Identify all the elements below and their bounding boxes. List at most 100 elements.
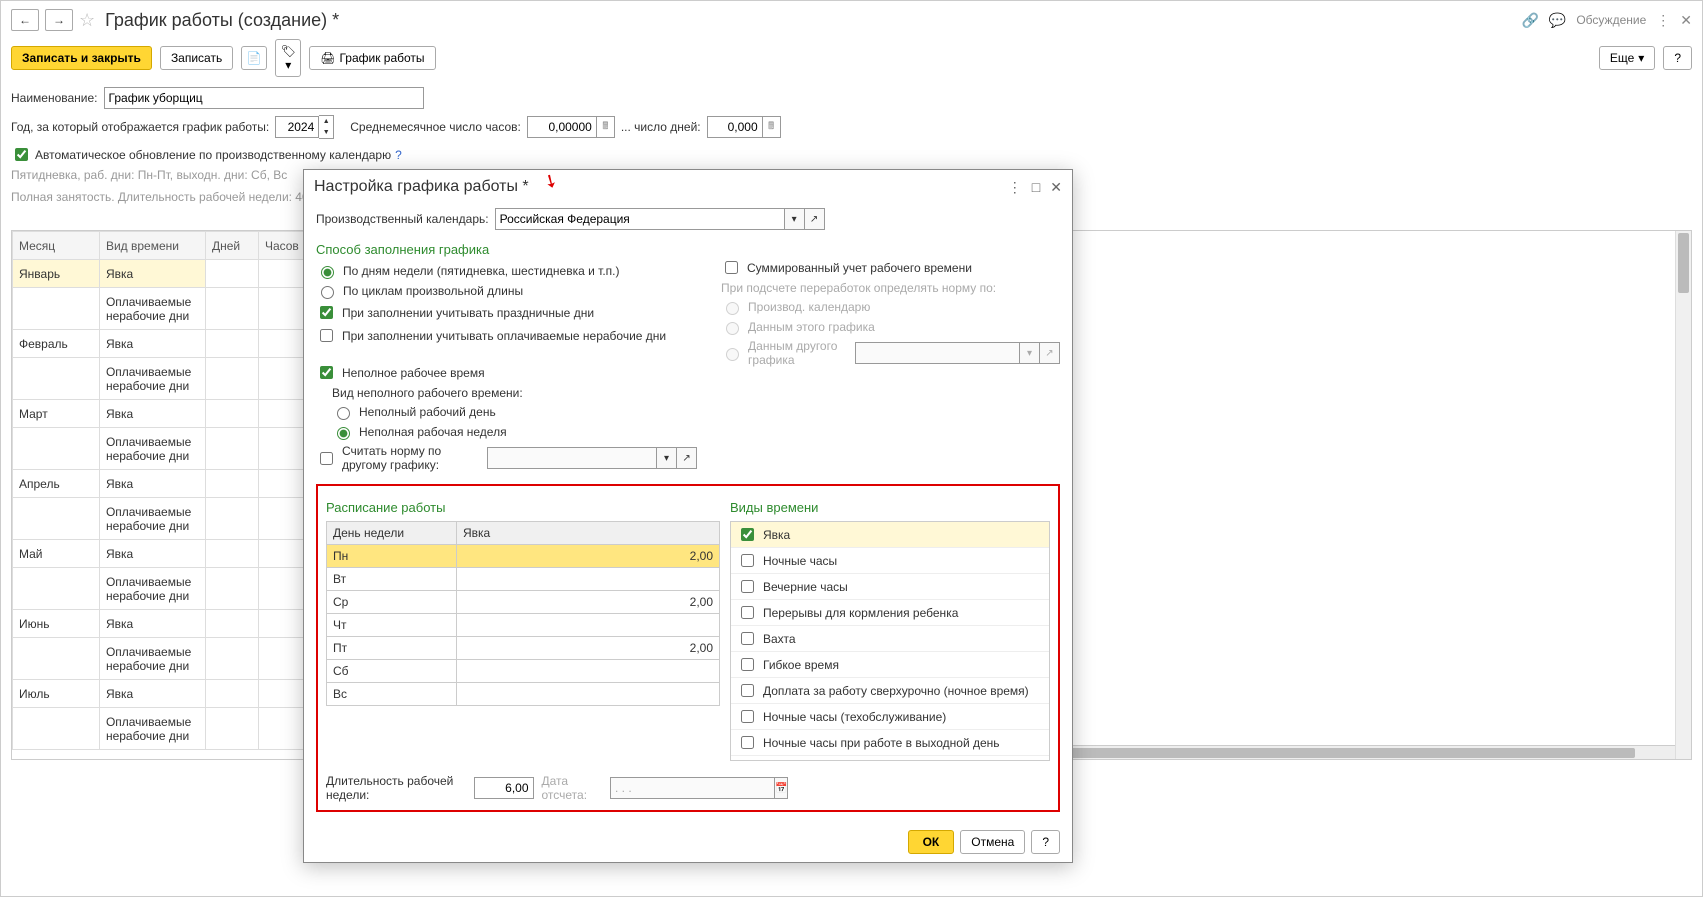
vertical-scrollbar[interactable] [1675, 231, 1691, 759]
time-type-checkbox[interactable] [741, 632, 754, 645]
weekday-cell[interactable]: Вт [327, 568, 457, 591]
save-and-close-button[interactable]: Записать и закрыть [11, 46, 152, 70]
check-holidays[interactable] [320, 306, 333, 319]
weekday-value-cell[interactable] [457, 614, 720, 637]
modal-kebab-icon[interactable]: ⋮ [1008, 179, 1022, 196]
time-type-checkbox[interactable] [741, 710, 754, 723]
year-down-button[interactable]: ▼ [319, 127, 333, 138]
check-other-norm[interactable] [320, 452, 333, 465]
radio-part-day[interactable] [337, 407, 350, 420]
more-button[interactable]: Еще ▾ [1599, 46, 1655, 70]
weekday-cell[interactable]: Вс [327, 683, 457, 706]
discussion-icon[interactable]: 💬 [1549, 12, 1566, 29]
weekday-cell[interactable]: Пт [327, 637, 457, 660]
avg-hours-input[interactable] [527, 116, 597, 138]
time-types-list[interactable]: Явка Ночные часы Вечерние часы Перерывы … [730, 521, 1050, 761]
check-sum-time[interactable] [725, 261, 738, 274]
week-schedule-table[interactable]: День недели Явка Пн 2,00Вт Ср 2,00Чт Пт … [326, 521, 720, 706]
calendar-open-button[interactable]: ↗ [805, 208, 825, 230]
time-type-checkbox[interactable] [741, 580, 754, 593]
time-type-row[interactable]: Доплата за работу сверхурочно (ночное вр… [731, 678, 1049, 704]
schedule-heading: Расписание работы [326, 500, 720, 515]
check-paid-nonwork[interactable] [320, 329, 333, 342]
weekday-value-cell[interactable]: 2,00 [457, 545, 720, 568]
modal-close-icon[interactable]: ✕ [1050, 179, 1062, 196]
print-schedule-button[interactable]: 🖨 График работы [309, 46, 435, 70]
name-input[interactable] [104, 87, 424, 109]
auto-update-help-icon[interactable]: ? [395, 148, 402, 162]
year-input[interactable] [275, 116, 319, 138]
time-type-row[interactable]: Перерывы для кормления ребенка [731, 600, 1049, 626]
calendar-select[interactable] [495, 208, 785, 230]
weekday-cell[interactable]: Ср [327, 591, 457, 614]
ok-button[interactable]: ОК [908, 830, 955, 854]
month-cell [13, 498, 100, 540]
time-type-label: Ночные часы [763, 554, 837, 568]
weekday-value-cell[interactable]: 2,00 [457, 637, 720, 660]
time-type-row[interactable]: Ночные часы [731, 548, 1049, 574]
time-type-row[interactable]: Ночные часы при работе сверхурочно [731, 756, 1049, 761]
attach-button[interactable]: 📄 [241, 46, 267, 70]
print-label: График работы [339, 51, 424, 65]
modal-help-button[interactable]: ? [1031, 830, 1060, 854]
month-cell [13, 288, 100, 330]
weekday-value-cell[interactable] [457, 568, 720, 591]
radio-prod-cal [726, 302, 739, 315]
time-type-row[interactable]: Вечерние часы [731, 574, 1049, 600]
time-type-label: Вечерние часы [763, 580, 848, 594]
weekday-value-cell[interactable] [457, 683, 720, 706]
radio-part-week[interactable] [337, 427, 350, 440]
kebab-menu-icon[interactable]: ⋮ [1656, 12, 1670, 29]
tag-dropdown-button[interactable]: 🏷 ▾ [275, 39, 301, 77]
other-norm-open-button[interactable]: ↗ [677, 447, 697, 469]
calendar-dropdown-button[interactable]: ▾ [785, 208, 805, 230]
time-type-checkbox[interactable] [741, 658, 754, 671]
time-type-checkbox[interactable] [741, 684, 754, 697]
auto-update-checkbox[interactable] [15, 148, 28, 161]
radio-by-weekdays[interactable] [321, 266, 334, 279]
days-cell [205, 638, 258, 680]
help-button[interactable]: ? [1663, 46, 1692, 70]
radio-other-schedule [726, 348, 739, 361]
other-schedule-dropdown-button: ▾ [1020, 342, 1040, 364]
month-cell: Июль [13, 680, 100, 708]
time-type-checkbox[interactable] [741, 606, 754, 619]
weekday-value-cell[interactable] [457, 660, 720, 683]
col-weekday: День недели [327, 522, 457, 545]
more-label: Еще [1610, 51, 1634, 65]
week-length-input[interactable] [474, 777, 534, 799]
close-icon[interactable]: ✕ [1680, 12, 1692, 29]
link-icon[interactable]: 🔗 [1521, 12, 1538, 29]
weekday-cell[interactable]: Чт [327, 614, 457, 637]
days-cell [205, 470, 258, 498]
check-parttime[interactable] [320, 366, 333, 379]
time-type-checkbox[interactable] [741, 736, 754, 749]
favorite-star-icon[interactable]: ☆ [79, 10, 95, 31]
save-button[interactable]: Записать [160, 46, 233, 70]
type-cell: Явка [99, 470, 205, 498]
time-type-row[interactable]: Явка [731, 522, 1049, 548]
other-norm-dropdown-button[interactable]: ▾ [657, 447, 677, 469]
time-type-label: Гибкое время [763, 658, 839, 672]
discussion-label[interactable]: Обсуждение [1576, 13, 1646, 27]
weekday-value-cell[interactable]: 2,00 [457, 591, 720, 614]
year-up-button[interactable]: ▲ [319, 116, 333, 127]
schedule-settings-dialog: Настройка графика работы * ⋮ □ ✕ Произво… [303, 169, 1073, 863]
time-type-row[interactable]: Ночные часы (техобслуживание) [731, 704, 1049, 730]
days-cell [205, 540, 258, 568]
nav-back-button[interactable]: ← [11, 9, 39, 31]
cancel-button[interactable]: Отмена [960, 830, 1025, 854]
modal-maximize-icon[interactable]: □ [1032, 179, 1040, 196]
days-input[interactable] [707, 116, 763, 138]
time-type-row[interactable]: Вахта [731, 626, 1049, 652]
weekday-cell[interactable]: Пн [327, 545, 457, 568]
time-type-row[interactable]: Ночные часы при работе в выходной день [731, 730, 1049, 756]
time-type-checkbox[interactable] [741, 528, 754, 541]
weekday-cell[interactable]: Сб [327, 660, 457, 683]
radio-by-cycles[interactable] [321, 286, 334, 299]
time-type-checkbox[interactable] [741, 554, 754, 567]
radio-part-week-label: Неполная рабочая неделя [359, 425, 507, 439]
type-cell: Оплачиваемые нерабочие дни [99, 288, 205, 330]
nav-forward-button[interactable]: → [45, 9, 73, 31]
time-type-row[interactable]: Гибкое время [731, 652, 1049, 678]
